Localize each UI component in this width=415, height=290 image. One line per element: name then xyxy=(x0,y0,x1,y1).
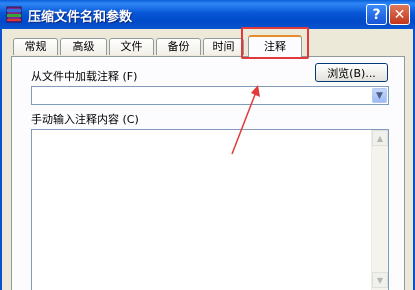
dialog-window: 压缩文件名和参数 ? ✕ 常规 高级 文件 备份 时间 注释 从文件中加载注释 … xyxy=(0,0,415,290)
tab-time[interactable]: 时间 xyxy=(203,38,244,55)
manual-comment-label: 手动输入注释内容 (C) xyxy=(31,113,139,126)
close-button[interactable]: ✕ xyxy=(389,4,410,25)
tab-advanced[interactable]: 高级 xyxy=(60,38,107,55)
comment-scrollbar[interactable]: ▲ ▼ xyxy=(371,130,388,290)
chevron-down-icon[interactable]: ▼ xyxy=(372,88,387,103)
tab-backup[interactable]: 备份 xyxy=(156,38,201,55)
help-button[interactable]: ? xyxy=(366,4,387,25)
browse-button[interactable]: 浏览(B)... xyxy=(315,63,388,82)
tab-general[interactable]: 常规 xyxy=(13,38,58,55)
window-border-left xyxy=(0,29,2,290)
window-title: 压缩文件名和参数 xyxy=(28,10,133,25)
winrar-icon xyxy=(6,6,22,23)
tab-comment[interactable]: 注释 xyxy=(248,35,302,57)
comment-file-label: 从文件中加载注释 (F) xyxy=(31,70,138,83)
comment-file-combobox[interactable]: ▼ xyxy=(31,86,389,105)
scroll-up-arrow-icon[interactable]: ▲ xyxy=(372,130,388,146)
comment-textarea[interactable]: ▲ ▼ xyxy=(31,129,389,290)
title-bar[interactable]: 压缩文件名和参数 ? ✕ xyxy=(0,0,415,29)
tab-strip: 常规 高级 文件 备份 时间 注释 xyxy=(0,29,415,59)
tab-files[interactable]: 文件 xyxy=(109,38,154,55)
scroll-down-arrow-icon[interactable]: ▼ xyxy=(372,272,388,288)
